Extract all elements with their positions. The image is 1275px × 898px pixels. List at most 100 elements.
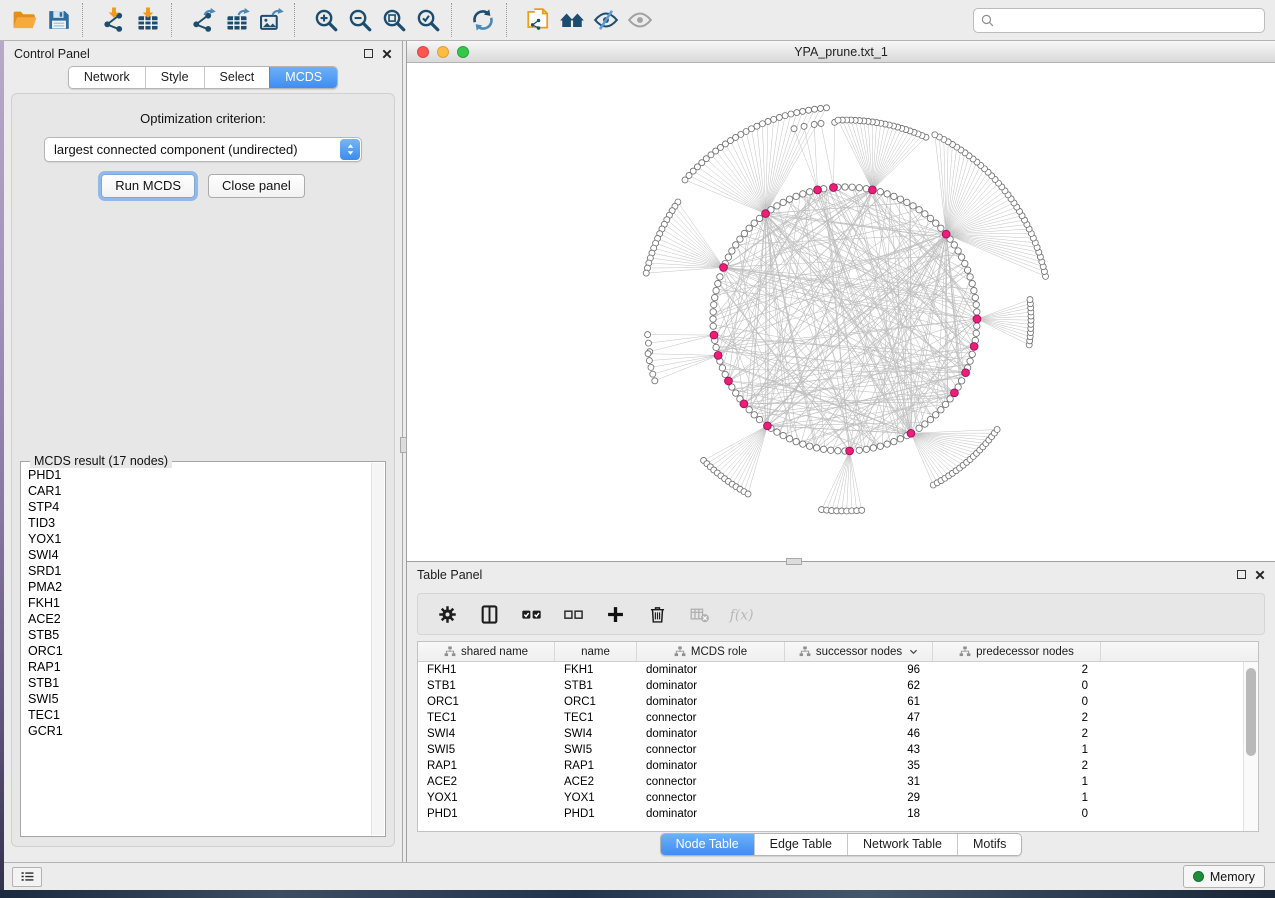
graph-hub-node[interactable] xyxy=(846,447,854,455)
float-table-panel-icon[interactable] xyxy=(1237,570,1246,579)
graph-leaf-node[interactable] xyxy=(994,427,1000,433)
graph-node[interactable] xyxy=(974,309,980,315)
tab-network-table[interactable]: Network Table xyxy=(847,834,957,855)
graph-node[interactable] xyxy=(942,401,948,407)
zoom-selected-button[interactable] xyxy=(411,4,445,36)
graph-node[interactable] xyxy=(751,412,757,418)
graph-leaf-node[interactable] xyxy=(812,106,818,112)
graph-leaf-node[interactable] xyxy=(811,121,817,127)
list-item[interactable]: STB1 xyxy=(28,675,371,691)
graph-node[interactable] xyxy=(891,193,897,199)
graph-hub-node[interactable] xyxy=(710,331,718,339)
graph-leaf-node[interactable] xyxy=(759,121,765,127)
graph-node[interactable] xyxy=(971,287,977,293)
graph-hub-node[interactable] xyxy=(740,400,748,408)
tab-select[interactable]: Select xyxy=(204,67,270,88)
graph-hub-node[interactable] xyxy=(951,389,959,397)
graph-node[interactable] xyxy=(927,215,933,221)
graph-node[interactable] xyxy=(712,294,718,300)
graph-node[interactable] xyxy=(958,254,964,260)
graph-leaf-node[interactable] xyxy=(682,177,688,183)
graph-leaf-node[interactable] xyxy=(791,126,797,132)
graph-leaf-node[interactable] xyxy=(643,270,649,276)
graph-node[interactable] xyxy=(780,432,786,438)
graph-node[interactable] xyxy=(710,309,716,315)
graph-node[interactable] xyxy=(741,230,747,236)
graph-node[interactable] xyxy=(780,199,786,205)
graph-node[interactable] xyxy=(828,447,834,453)
graph-node[interactable] xyxy=(710,323,716,329)
graph-node[interactable] xyxy=(733,390,739,396)
graph-node[interactable] xyxy=(793,193,799,199)
graph-node[interactable] xyxy=(962,260,968,266)
graph-node[interactable] xyxy=(717,274,723,280)
graph-node[interactable] xyxy=(737,236,743,242)
graph-node[interactable] xyxy=(722,371,728,377)
graph-hub-node[interactable] xyxy=(830,184,838,192)
graph-leaf-node[interactable] xyxy=(932,132,938,138)
graph-hub-node[interactable] xyxy=(764,422,772,430)
graph-leaf-node[interactable] xyxy=(645,351,651,357)
column-layout-button[interactable] xyxy=(476,601,502,627)
graph-node[interactable] xyxy=(710,316,716,322)
graph-node[interactable] xyxy=(713,344,719,350)
list-item[interactable]: SRD1 xyxy=(28,563,371,579)
graph-leaf-node[interactable] xyxy=(788,111,794,117)
graph-node[interactable] xyxy=(774,203,780,209)
graph-hub-node[interactable] xyxy=(725,377,733,385)
mcds-list-scrollbar[interactable] xyxy=(371,463,384,835)
graph-node[interactable] xyxy=(897,436,903,442)
graph-leaf-node[interactable] xyxy=(771,116,777,122)
list-item[interactable]: TEC1 xyxy=(28,707,371,723)
table-row[interactable]: FKH1FKH1dominator962 xyxy=(418,662,1258,678)
graph-leaf-node[interactable] xyxy=(645,332,651,338)
hide-eye-button[interactable] xyxy=(589,4,623,36)
graph-leaf-node[interactable] xyxy=(650,371,656,377)
graph-node[interactable] xyxy=(786,436,792,442)
graph-leaf-node[interactable] xyxy=(801,123,807,129)
list-item[interactable]: TID3 xyxy=(28,515,371,531)
graph-node[interactable] xyxy=(922,211,928,217)
graph-node[interactable] xyxy=(746,407,752,413)
tab-edge-table[interactable]: Edge Table xyxy=(754,834,847,855)
tab-style[interactable]: Style xyxy=(145,67,204,88)
graph-node[interactable] xyxy=(806,189,812,195)
graph-leaf-node[interactable] xyxy=(652,378,658,384)
table-row[interactable]: YOX1YOX1connector291 xyxy=(418,790,1258,806)
graph-node[interactable] xyxy=(916,425,922,431)
graph-leaf-node[interactable] xyxy=(776,114,782,120)
graph-leaf-node[interactable] xyxy=(794,110,800,116)
graph-node[interactable] xyxy=(729,248,735,254)
graph-node[interactable] xyxy=(973,330,979,336)
graph-node[interactable] xyxy=(856,447,862,453)
export-image-button[interactable] xyxy=(254,4,288,36)
uncheck-pair-button[interactable] xyxy=(560,601,586,627)
graph-node[interactable] xyxy=(933,220,939,226)
graph-leaf-node[interactable] xyxy=(646,358,652,364)
table-row[interactable]: SWI5SWI5connector431 xyxy=(418,742,1258,758)
graph-node[interactable] xyxy=(774,429,780,435)
graph-node[interactable] xyxy=(835,448,841,454)
search-input[interactable] xyxy=(999,13,1258,27)
graph-node[interactable] xyxy=(711,302,717,308)
graph-leaf-node[interactable] xyxy=(782,113,788,119)
list-item[interactable]: RAP1 xyxy=(28,659,371,675)
table-row[interactable]: SWI4SWI4dominator462 xyxy=(418,726,1258,742)
close-panel-button[interactable]: Close panel xyxy=(208,174,305,198)
list-item[interactable]: YOX1 xyxy=(28,531,371,547)
graph-node[interactable] xyxy=(756,215,762,221)
graph-node[interactable] xyxy=(951,242,957,248)
task-history-button[interactable] xyxy=(12,867,42,887)
export-network-button[interactable] xyxy=(186,4,220,36)
graph-node[interactable] xyxy=(933,412,939,418)
graph-node[interactable] xyxy=(746,225,752,231)
graph-node[interactable] xyxy=(800,191,806,197)
graph-node[interactable] xyxy=(849,184,855,190)
list-item[interactable]: FKH1 xyxy=(28,595,371,611)
column-header-shared-name[interactable]: shared name xyxy=(418,642,555,661)
zoom-in-button[interactable] xyxy=(309,4,343,36)
graph-node[interactable] xyxy=(842,184,848,190)
graph-node[interactable] xyxy=(897,196,903,202)
graph-node[interactable] xyxy=(955,248,961,254)
list-item[interactable]: GCR1 xyxy=(28,723,371,739)
